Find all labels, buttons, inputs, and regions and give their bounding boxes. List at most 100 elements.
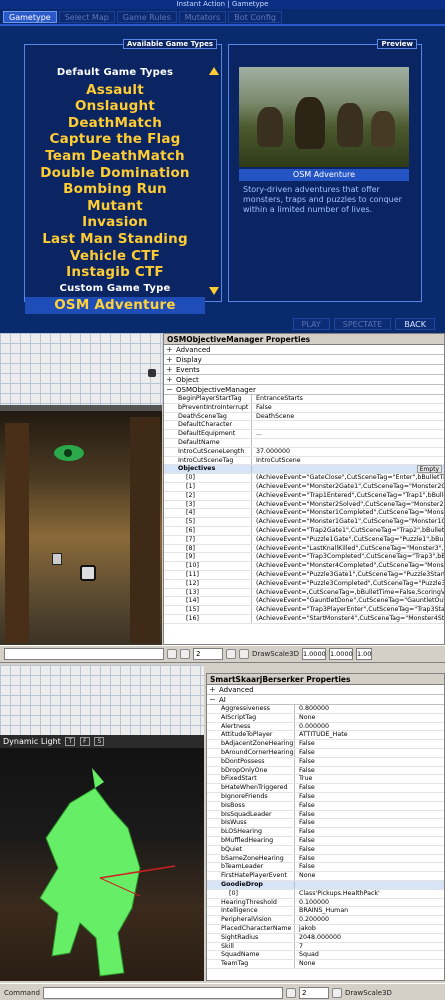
property-row[interactable]: [1] (AchieveEvent="Monster2Gate1",CutScen…: [164, 482, 444, 492]
property-value[interactable]: (AchieveEvent="Trap3Completed",CutSceneT…: [252, 553, 444, 561]
game-type-item[interactable]: Double Domination: [25, 165, 205, 182]
property-value[interactable]: False: [295, 767, 444, 775]
property-row[interactable]: [12] (AchieveEvent="Puzzle3Completed",Cut…: [164, 579, 444, 589]
property-row[interactable]: Intelligence BRAINS_Human: [207, 907, 444, 917]
viewport-f-button[interactable]: F: [79, 737, 90, 746]
category-display[interactable]: Display: [164, 355, 444, 365]
property-value[interactable]: (AchieveEvent="GateClose",CutSceneTag="E…: [252, 474, 444, 482]
property-row[interactable]: [15] (AchieveEvent="Trap3PlayerEnter",Cut…: [164, 606, 444, 615]
top-viewport-2[interactable]: [0, 665, 204, 735]
property-value[interactable]: (AchieveEvent="Trap1Entered",CutSceneTag…: [252, 492, 444, 500]
property-value[interactable]: (AchieveEvent="LastKnallKilled",CutScene…: [252, 545, 444, 553]
property-row[interactable]: DefaultName: [164, 438, 444, 448]
goodie-drop-row[interactable]: GoodieDrop: [207, 880, 444, 890]
property-value[interactable]: DeathScene: [252, 413, 444, 421]
spectate-button[interactable]: SPECTATE: [333, 318, 392, 330]
property-row[interactable]: [14] (AchieveEvent="GauntletDone",CutScen…: [164, 597, 444, 607]
property-row[interactable]: DefaultEquipment...: [164, 430, 444, 439]
property-row[interactable]: [0] Class'Pickups.HealthPack': [207, 889, 444, 899]
property-value[interactable]: 2048.000000: [295, 934, 444, 942]
property-value[interactable]: False: [252, 404, 444, 412]
scroll-up-icon[interactable]: [209, 67, 219, 75]
tab-gametype[interactable]: Gametype: [3, 11, 57, 23]
property-value[interactable]: IntroCutScene: [252, 457, 444, 465]
play-button[interactable]: PLAY: [292, 318, 330, 330]
category-advanced[interactable]: Advanced: [164, 345, 444, 355]
property-value[interactable]: None: [295, 714, 444, 722]
back-button[interactable]: BACK: [395, 318, 435, 330]
property-value[interactable]: (AchieveEvent="Monster1Completed",CutSce…: [252, 509, 444, 517]
property-row[interactable]: [7] (AchieveEvent="Puzzle1Gate",CutSceneT…: [164, 535, 444, 545]
category-advanced[interactable]: Advanced: [207, 685, 444, 695]
property-value[interactable]: False: [295, 863, 444, 871]
property-row[interactable]: PeripheralVision 0.200000: [207, 916, 444, 925]
game-type-item[interactable]: Capture the Flag: [25, 131, 205, 148]
property-value[interactable]: False: [295, 837, 444, 845]
category-object[interactable]: Object: [164, 375, 444, 385]
property-value[interactable]: (AchieveEvent="Monster4Completed",CutSce…: [252, 562, 444, 570]
property-value[interactable]: (AchieveEvent="Monster2Gate1",CutSceneTa…: [252, 483, 444, 491]
property-row[interactable]: DefaultCharacter: [164, 421, 444, 431]
property-row[interactable]: IntroCutSceneLength 37.000000: [164, 447, 444, 457]
property-value[interactable]: False: [295, 828, 444, 836]
property-row[interactable]: bIsWuss False: [207, 819, 444, 829]
perspective-viewport[interactable]: [0, 405, 162, 645]
property-value[interactable]: (AchieveEvent="Trap3PlayerEnter",CutScen…: [252, 606, 444, 614]
scrollbar[interactable]: [209, 65, 219, 297]
camera-icon[interactable]: [167, 649, 177, 659]
viewport-s-button[interactable]: S: [94, 737, 105, 746]
property-value[interactable]: False: [295, 819, 444, 827]
property-row[interactable]: Alertness 0.000000: [207, 722, 444, 732]
game-type-item-selected[interactable]: OSM Adventure: [25, 297, 205, 314]
lock-icon[interactable]: [285, 987, 296, 998]
scale-icon[interactable]: [239, 649, 249, 659]
scroll-down-icon[interactable]: [209, 287, 219, 295]
category-osm-objective-manager[interactable]: OSMObjectiveManager: [164, 385, 444, 395]
top-viewport[interactable]: [0, 333, 162, 405]
property-value[interactable]: ...: [252, 430, 444, 438]
property-row[interactable]: bHateWhenTriggered False: [207, 784, 444, 793]
tab-bot-config[interactable]: Bot Config: [228, 11, 282, 23]
game-type-item[interactable]: Bombing Run: [25, 181, 205, 198]
property-value[interactable]: 0.100000: [295, 899, 444, 907]
skaarj-model[interactable]: [0, 748, 204, 981]
grid-size-combo[interactable]: 2: [193, 648, 223, 660]
property-value[interactable]: Class'Pickups.HealthPack': [295, 890, 444, 898]
property-value[interactable]: False: [295, 758, 444, 766]
property-row[interactable]: SightRadius 2048.000000: [207, 933, 444, 943]
property-row[interactable]: bMuffledHearing False: [207, 836, 444, 846]
property-row[interactable]: [2] (AchieveEvent="Trap1Entered",CutScene…: [164, 491, 444, 501]
property-value[interactable]: (AchieveEvent="Puzzle3Gate1",CutSceneTag…: [252, 571, 444, 579]
property-row[interactable]: Aggressiveness 0.800000: [207, 705, 444, 714]
scale-z-field[interactable]: 1.00: [355, 648, 372, 660]
game-type-item[interactable]: Vehicle CTF: [25, 248, 205, 265]
actor-class-combo[interactable]: [4, 648, 164, 660]
property-row[interactable]: [10] (AchieveEvent="Monster4Completed",Cu…: [164, 562, 444, 571]
property-row[interactable]: bFixedStart True: [207, 775, 444, 785]
snap-icon[interactable]: [180, 649, 190, 659]
rotate-icon[interactable]: [226, 649, 236, 659]
tab-game-rules[interactable]: Game Rules: [116, 11, 177, 23]
property-value[interactable]: (AchieveEvent="Puzzle1Gate",CutSceneTag=…: [252, 536, 444, 544]
property-value[interactable]: False: [295, 802, 444, 810]
game-type-item[interactable]: Instagib CTF: [25, 264, 205, 281]
property-row[interactable]: AttitudeToPlayer ATTITUDE_Hate: [207, 731, 444, 741]
property-value[interactable]: EntranceStarts: [252, 395, 444, 403]
property-value[interactable]: (AchieveEvent=,CutSceneTag=,bBulletTime=…: [252, 589, 444, 597]
property-row[interactable]: bQuiet False: [207, 845, 444, 855]
property-value[interactable]: (AchieveEvent="StartMonster4",CutSceneTa…: [252, 615, 444, 623]
property-row[interactable]: [11] (AchieveEvent="Puzzle3Gate1",CutScen…: [164, 570, 444, 580]
empty-button[interactable]: Empty: [416, 465, 442, 474]
property-row[interactable]: bAroundCornerHearing False: [207, 748, 444, 758]
property-row[interactable]: AIScriptTag None: [207, 713, 444, 723]
property-row[interactable]: Skill 7: [207, 942, 444, 952]
property-value[interactable]: 7: [295, 943, 444, 951]
game-type-item[interactable]: Mutant: [25, 198, 205, 215]
property-value[interactable]: False: [295, 740, 444, 748]
property-row[interactable]: bDontPossess False: [207, 757, 444, 767]
property-value[interactable]: Squad: [295, 951, 444, 959]
property-value[interactable]: (AchieveEvent="Trap2Gate1",CutSceneTag="…: [252, 527, 444, 535]
property-row[interactable]: IntroCutSceneTag IntroCutScene: [164, 456, 444, 466]
property-value[interactable]: 37.000000: [252, 448, 444, 456]
property-value[interactable]: False: [295, 846, 444, 854]
